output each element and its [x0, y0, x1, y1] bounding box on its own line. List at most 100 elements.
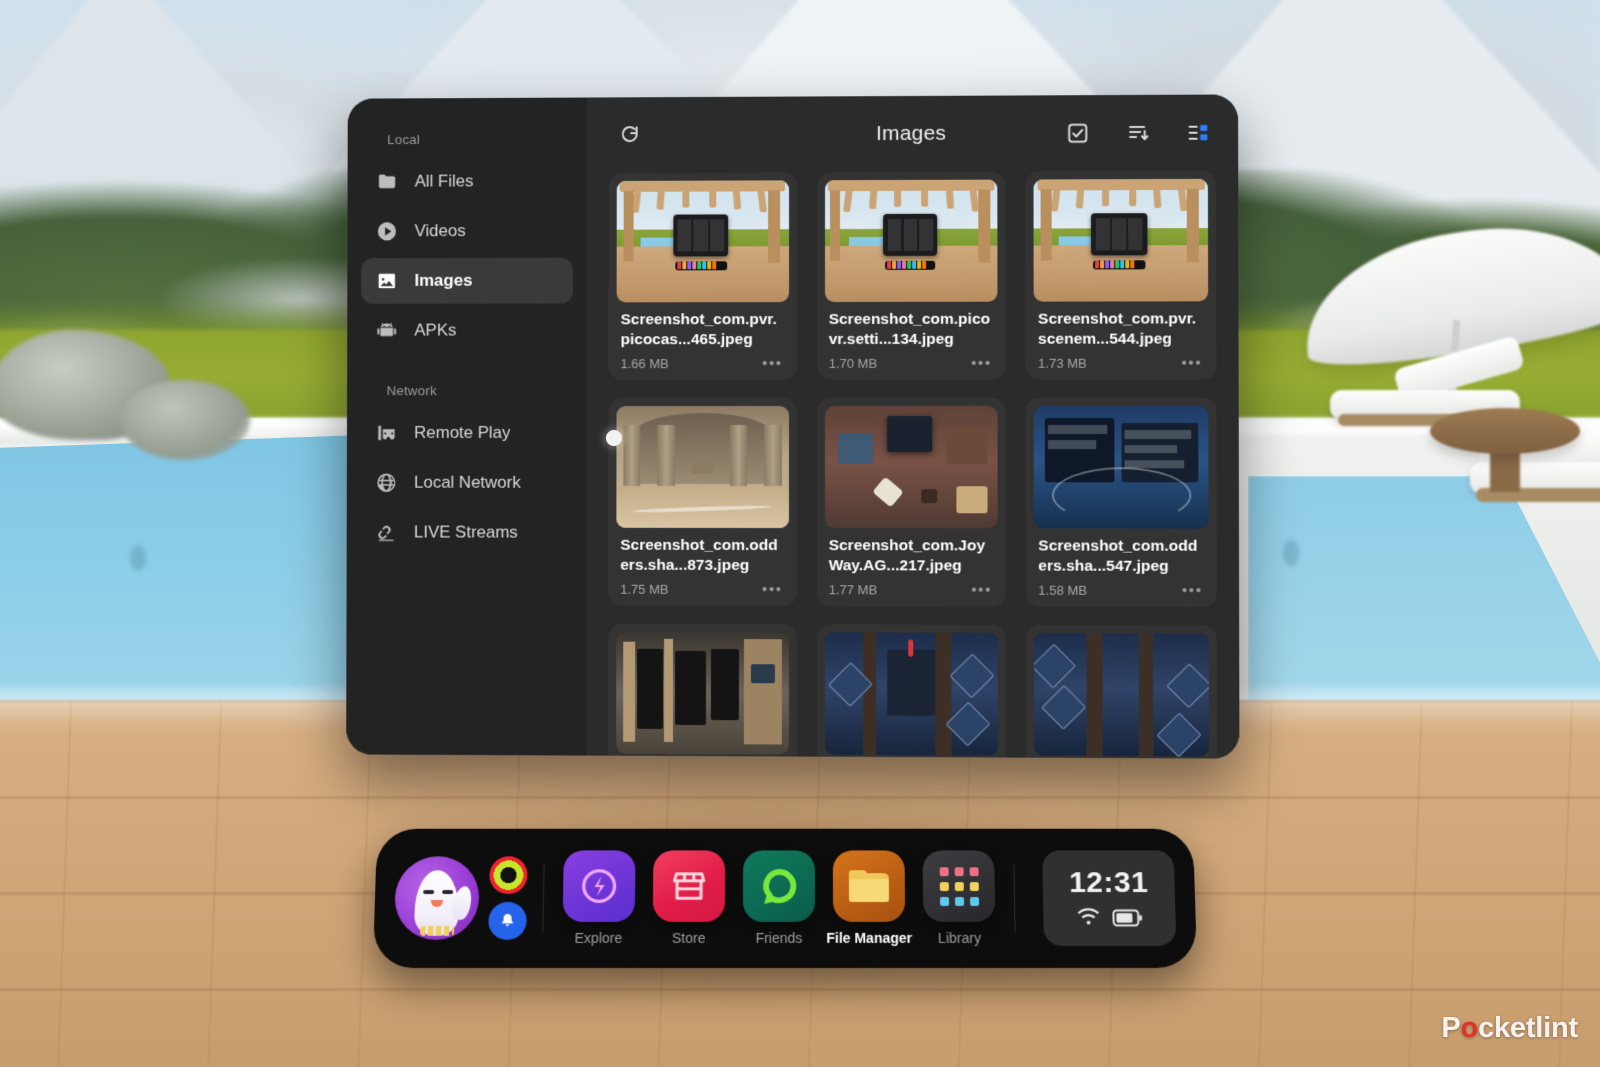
file-size: 1.73 MB — [1038, 355, 1087, 371]
file-card[interactable] — [1026, 624, 1218, 759]
dock-app-label: Explore — [574, 929, 623, 946]
file-thumbnail — [1033, 178, 1209, 302]
store-icon — [652, 850, 726, 922]
file-manager-window: Local All Files Videos Images APKs Netwo… — [346, 94, 1240, 759]
file-more-button[interactable]: ••• — [1181, 355, 1202, 372]
file-more-button[interactable]: ••• — [971, 581, 992, 598]
rock — [120, 380, 250, 460]
play-circle-icon — [375, 219, 399, 243]
bell-icon[interactable] — [488, 901, 527, 940]
file-more-button[interactable]: ••• — [762, 581, 783, 598]
select-button[interactable] — [1061, 116, 1095, 150]
clock-status-panel[interactable]: 12:31 — [1042, 850, 1177, 946]
sidebar-item-label: Local Network — [414, 472, 521, 492]
file-size: 1.70 MB — [828, 355, 878, 371]
file-thumbnail — [616, 631, 789, 755]
dock-app-friends[interactable]: Friends — [740, 850, 818, 946]
dock-app-label: Store — [671, 929, 706, 946]
file-card-footer: 1.73 MB ••• — [1034, 350, 1208, 373]
toolbar: Images — [587, 94, 1238, 173]
sidebar-item-live-streams[interactable]: LIVE Streams — [360, 510, 572, 556]
main-content: Images Screenshot_com.pvr.picocas...465.… — [586, 94, 1240, 759]
file-card[interactable]: Screenshot_com.JoyWay.AG...217.jpeg 1.77… — [816, 397, 1007, 607]
refresh-button[interactable] — [613, 118, 647, 152]
refresh-icon — [618, 123, 642, 147]
file-thumbnail — [1034, 632, 1210, 757]
file-card-footer: 1.77 MB ••• — [825, 577, 998, 600]
file-card[interactable]: Screenshot_com.odders.sha...547.jpeg 1.5… — [1026, 397, 1217, 608]
sidebar-item-videos[interactable]: Videos — [361, 208, 573, 254]
pool-jet — [1283, 540, 1299, 566]
view-mode-button[interactable] — [1182, 116, 1216, 150]
file-name: Screenshot_com.picovr.setti...134.jpeg — [828, 310, 991, 349]
sidebar-item-all-files[interactable]: All Files — [361, 158, 573, 204]
dock-user-section — [393, 856, 528, 940]
sidebar-item-images[interactable]: Images — [361, 257, 573, 304]
file-card-footer: 1.75 MB ••• — [616, 577, 788, 600]
link-icon — [374, 520, 398, 544]
file-name: Screenshot_com.odders.sha...873.jpeg — [620, 536, 778, 575]
file-card[interactable]: Screenshot_com.pvr.picocas...465.jpeg 1.… — [608, 172, 797, 381]
friends-icon — [742, 850, 816, 922]
dock-divider — [1013, 864, 1016, 932]
sidebar-item-label: All Files — [414, 171, 474, 191]
android-icon — [375, 319, 399, 343]
watermark-flame: o — [1460, 1012, 1479, 1044]
vr-screenshot: Local All Files Videos Images APKs Netwo… — [0, 0, 1600, 1067]
file-card[interactable] — [608, 623, 797, 759]
file-name: Screenshot_com.odders.sha...547.jpeg — [1038, 537, 1198, 576]
file-more-button[interactable]: ••• — [971, 355, 992, 372]
side-table — [1430, 408, 1580, 454]
sidebar-group-label-network: Network — [386, 383, 437, 399]
file-size: 1.66 MB — [620, 356, 669, 372]
sidebar-item-remote-play[interactable]: Remote Play — [361, 410, 573, 456]
vr-pointer-cursor — [606, 430, 622, 446]
file-card-footer: 1.70 MB ••• — [825, 351, 998, 374]
sidebar-item-label: LIVE Streams — [413, 522, 518, 542]
file-thumbnail — [1034, 405, 1209, 529]
dock-divider — [542, 864, 545, 932]
file-card[interactable] — [816, 624, 1007, 759]
sidebar-item-label: Videos — [414, 221, 466, 241]
avatar[interactable] — [393, 856, 480, 940]
file-thumbnail — [824, 179, 998, 303]
sidebar: Local All Files Videos Images APKs Netwo… — [346, 97, 588, 756]
file-name: Screenshot_com.pvr.scenem...544.jpeg — [1038, 310, 1197, 349]
wifi-icon — [1077, 908, 1100, 925]
grid-view-icon — [1187, 124, 1208, 141]
folder-icon — [832, 850, 906, 922]
file-thumbnail — [824, 632, 999, 756]
watermark-pre: P — [1441, 1012, 1461, 1044]
dock-app-explore[interactable]: Explore — [559, 850, 638, 946]
file-grid-scroll[interactable]: Screenshot_com.pvr.picocas...465.jpeg 1.… — [586, 170, 1239, 759]
dock-app-store[interactable]: Store — [650, 850, 729, 946]
record-icon[interactable] — [489, 856, 528, 895]
dock-app-library[interactable]: Library — [920, 850, 999, 946]
grid-icon — [922, 850, 996, 922]
sort-button[interactable] — [1121, 116, 1155, 150]
file-size: 1.75 MB — [620, 581, 669, 597]
watermark-post: cketlint — [1478, 1012, 1578, 1044]
file-thumbnail — [616, 405, 789, 528]
file-card[interactable]: Screenshot_com.pvr.scenem...544.jpeg 1.7… — [1025, 170, 1217, 380]
folder-icon — [375, 170, 399, 194]
status-icons — [1076, 906, 1143, 930]
battery-icon — [1112, 908, 1143, 928]
file-more-button[interactable]: ••• — [762, 355, 783, 372]
headset-icon — [375, 421, 399, 445]
dock-app-label: File Manager — [826, 929, 913, 946]
file-size: 1.77 MB — [828, 582, 878, 598]
sidebar-group-label-local: Local — [387, 132, 420, 148]
file-card[interactable]: Screenshot_com.picovr.setti...134.jpeg 1… — [816, 171, 1006, 380]
sort-descending-icon — [1126, 121, 1150, 145]
dock-app-file-manager[interactable]: File Manager — [826, 850, 912, 946]
file-card-footer: 1.66 MB ••• — [617, 351, 789, 374]
sidebar-item-apks[interactable]: APKs — [361, 307, 573, 353]
file-card[interactable]: Screenshot_com.odders.sha...873.jpeg 1.7… — [608, 397, 797, 606]
sidebar-item-label: Images — [414, 270, 473, 290]
file-more-button[interactable]: ••• — [1182, 582, 1203, 599]
dock-status-buttons — [488, 856, 528, 940]
file-name: Screenshot_com.JoyWay.AG...217.jpeg — [828, 537, 986, 575]
sidebar-item-local-network[interactable]: Local Network — [361, 460, 573, 506]
file-grid: Screenshot_com.pvr.picocas...465.jpeg 1.… — [608, 170, 1218, 759]
